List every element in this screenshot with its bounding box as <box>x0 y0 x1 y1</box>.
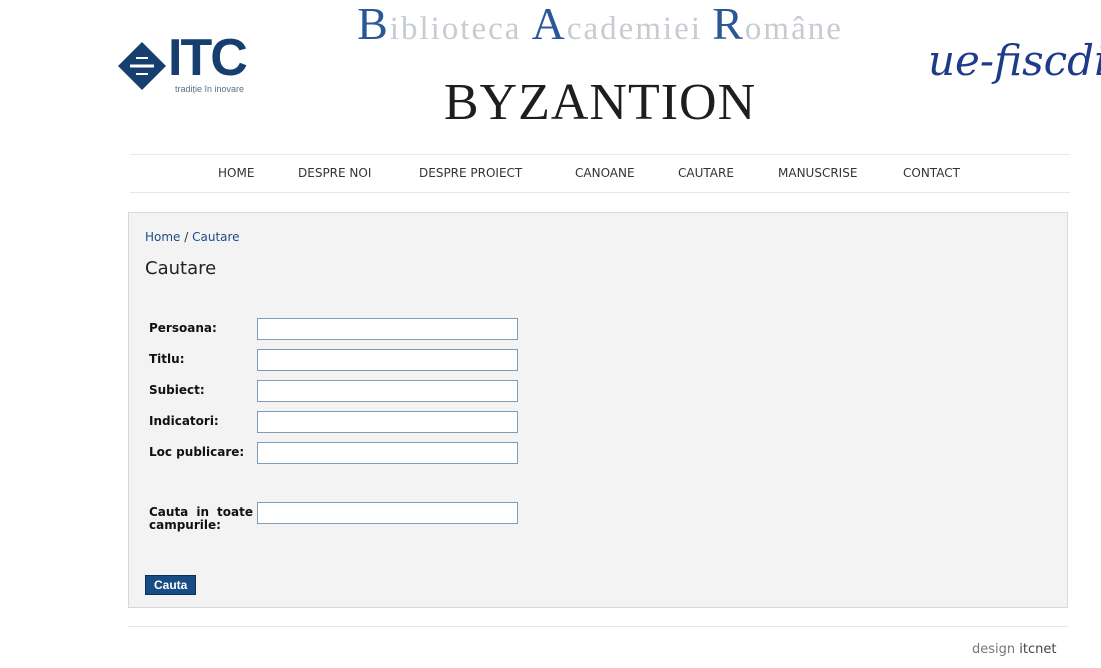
page-title: Cautare <box>145 258 217 279</box>
library-title-rest-3: omâne <box>744 11 843 47</box>
itc-logo-text: ITC <box>168 29 248 87</box>
nav-item-canoane[interactable]: CANOANE <box>575 166 635 180</box>
library-title-rest-1: iblioteca <box>389 11 522 47</box>
library-title: Biblioteca Academiei Române <box>300 1 900 49</box>
all-fields-input[interactable] <box>257 502 518 524</box>
all-fields-label: Cauta in toate campurile: <box>149 505 253 532</box>
subiect-label: Subiect: <box>149 383 205 397</box>
nav-item-cautare[interactable]: CAUTARE <box>678 166 734 180</box>
titlu-input[interactable] <box>257 349 518 371</box>
nav-item-despre-proiect[interactable]: DESPRE PROIECT <box>419 166 522 180</box>
library-title-rest-2: cademiei <box>566 11 702 47</box>
nav-item-contact[interactable]: CONTACT <box>903 166 960 180</box>
titlu-label: Titlu: <box>149 352 185 366</box>
library-title-cap-1: B <box>357 0 390 49</box>
main-nav: HOME DESPRE NOI DESPRE PROIECT CANOANE C… <box>130 156 1070 192</box>
itc-logo[interactable]: ITC tradiție în inovare <box>116 32 256 100</box>
breadcrumb: Home / Cautare <box>145 230 240 244</box>
indicatori-input[interactable] <box>257 411 518 433</box>
nav-item-manuscrise[interactable]: MANUSCRISE <box>778 166 857 180</box>
site-title: BYZANTION <box>443 74 757 131</box>
itc-diamond-icon <box>118 42 166 90</box>
loc-publicare-label: Loc publicare: <box>149 445 245 459</box>
nav-item-home[interactable]: HOME <box>218 166 254 180</box>
design-credit-brand[interactable]: itcnet <box>1019 642 1056 657</box>
design-credit-prefix: design <box>972 642 1016 657</box>
ue-fiscdi-logo-text: ue-fiscdi <box>928 36 1101 85</box>
persoana-input[interactable] <box>257 318 518 340</box>
search-panel: Home / Cautare Cautare Persoana: Titlu: … <box>128 212 1068 608</box>
loc-publicare-input[interactable] <box>257 442 518 464</box>
library-title-cap-2: A <box>531 0 567 49</box>
itc-tagline: tradiție în inovare <box>175 84 245 94</box>
persoana-label: Persoana: <box>149 321 217 335</box>
design-credit: design itcnet <box>972 642 1056 657</box>
footer-divider <box>128 626 1068 627</box>
breadcrumb-home-link[interactable]: Home <box>145 230 180 244</box>
breadcrumb-current[interactable]: Cautare <box>192 230 239 244</box>
subiect-input[interactable] <box>257 380 518 402</box>
breadcrumb-separator: / <box>180 230 193 244</box>
nav-item-despre-noi[interactable]: DESPRE NOI <box>298 166 371 180</box>
nav-bottom-divider <box>130 192 1070 193</box>
ue-fiscdi-logo[interactable]: ue-fiscdi <box>928 26 1101 96</box>
nav-top-divider <box>130 154 1070 155</box>
search-button[interactable]: Cauta <box>145 575 197 595</box>
library-title-cap-3: R <box>712 0 745 49</box>
indicatori-label: Indicatori: <box>149 414 219 428</box>
